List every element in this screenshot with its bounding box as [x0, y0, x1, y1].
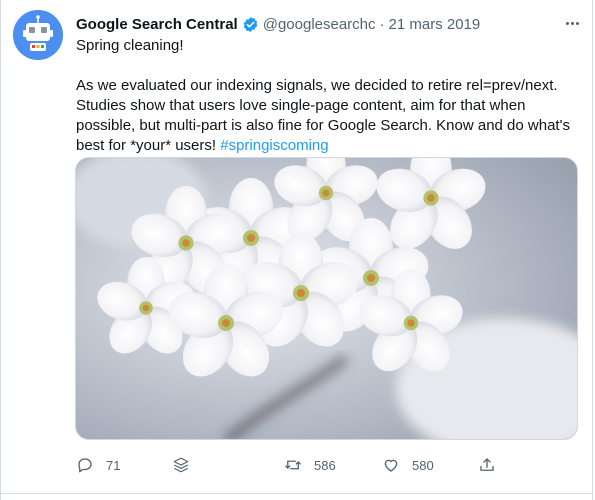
tweet-text-line: Spring cleaning!: [76, 37, 184, 54]
user-handle[interactable]: @googlesearchc: [263, 16, 376, 33]
reply-icon: [78, 458, 92, 473]
share-icon: [480, 458, 494, 471]
tweet-text-line: Studies show that users love single-page…: [76, 97, 526, 114]
like-button[interactable]: 580: [382, 454, 434, 476]
tweet-text: Spring cleaning! As we evaluated our ind…: [76, 36, 576, 156]
retweet-count: 586: [314, 457, 336, 473]
heart-icon: [384, 459, 398, 472]
tweet-text-line-last: best for *your* users! #springiscoming: [76, 136, 576, 156]
like-count: 580: [412, 457, 434, 473]
retweet-icon: [285, 460, 301, 470]
tweet-text-fragment: best for *your* users!: [76, 137, 221, 154]
more-options-icon[interactable]: [563, 16, 581, 30]
reply-button[interactable]: 71: [76, 454, 120, 476]
display-name[interactable]: Google Search Central: [76, 16, 238, 33]
share-button[interactable]: [478, 454, 496, 476]
stack-button[interactable]: [172, 454, 190, 476]
retweet-button[interactable]: 586: [284, 454, 336, 476]
tweet-text-line: As we evaluated our indexing signals, we…: [76, 77, 558, 94]
separator-dot: ·: [379, 15, 385, 33]
stack-icon: [173, 457, 189, 473]
tweet-date[interactable]: 21 mars 2019: [389, 16, 481, 33]
robot-avatar-icon[interactable]: [13, 10, 63, 60]
tweet-header: Google Search Central @googlesearchc · 2…: [76, 14, 581, 34]
hashtag-link[interactable]: #springiscoming: [220, 137, 328, 154]
verified-badge-icon: [242, 16, 259, 33]
cherry-blossom-photo[interactable]: [75, 157, 578, 440]
reply-count: 71: [106, 457, 121, 473]
tweet-text-line: possible, but multi-part is also fine fo…: [76, 117, 570, 134]
tweet-card: Google Search Central @googlesearchc · 2…: [0, 0, 593, 494]
tweet-actions-bar: 71 586 580: [76, 454, 506, 476]
